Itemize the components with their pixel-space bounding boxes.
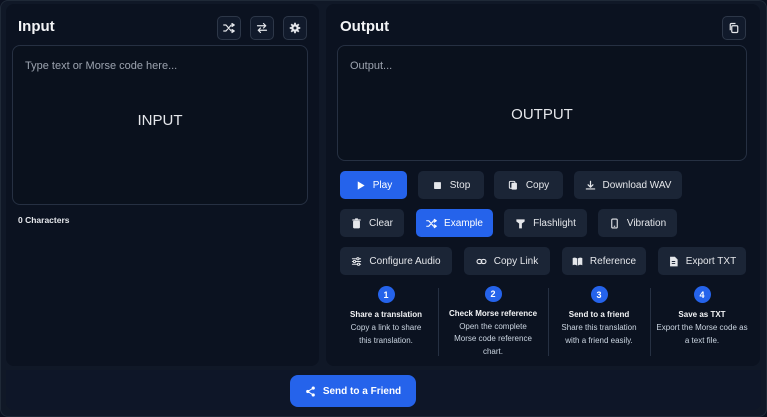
step-item: 1 Share a translation Copy a link to sha…	[334, 286, 438, 358]
copy-label: Copy	[525, 179, 550, 191]
gear-icon	[289, 22, 301, 34]
input-title: Input	[18, 18, 55, 35]
copy-link-label: Copy Link	[493, 255, 539, 267]
stop-icon	[433, 181, 441, 189]
trash-icon	[352, 217, 361, 228]
configure-audio-button[interactable]: Configure Audio	[340, 247, 452, 275]
download-icon	[585, 180, 595, 190]
step-number: 2	[484, 286, 502, 302]
output-title: Output	[340, 18, 390, 35]
step-item: 3 Send to a friend Share this translatio…	[548, 286, 650, 358]
output-placeholder: Output...	[350, 60, 393, 72]
step-item: 2 Check Morse reference Open the complet…	[438, 286, 548, 358]
input-label: INPUT	[137, 112, 183, 129]
settings-button[interactable]	[283, 16, 307, 40]
download-wav-label: Download WAV	[602, 179, 672, 191]
step-description: Export the Morse code as a text file.	[656, 323, 748, 345]
reference-label: Reference	[589, 255, 637, 267]
flashlight-label: Flashlight	[533, 217, 576, 229]
step-item: 4 Save as TXT Export the Morse code as a…	[650, 286, 754, 358]
file-icon	[669, 256, 678, 266]
export-txt-label: Export TXT	[685, 255, 737, 267]
output-label: OUTPUT	[511, 106, 573, 123]
configure-audio-label: Configure Audio	[369, 255, 441, 267]
copy-link-button[interactable]: Copy Link	[464, 247, 550, 275]
copy-button[interactable]: Copy	[494, 171, 563, 199]
step-number: 1	[377, 286, 395, 303]
step-description: Copy a link to share this translation.	[350, 323, 422, 345]
reference-button[interactable]: Reference	[562, 247, 646, 275]
step-title: Save as TXT	[678, 310, 726, 319]
step-description: Open the complete Morse code reference c…	[454, 321, 532, 356]
export-txt-button[interactable]: Export TXT	[658, 247, 746, 275]
step-title: Check Morse reference	[448, 308, 538, 318]
clear-button[interactable]: Clear	[340, 209, 404, 237]
flashlight-icon	[516, 218, 525, 228]
character-count: 0 Characters	[18, 215, 70, 225]
step-description: Share this translation with a friend eas…	[561, 323, 637, 345]
book-icon	[572, 257, 583, 266]
link-icon	[476, 258, 487, 264]
output-textarea[interactable]: Output... OUTPUT	[337, 45, 747, 161]
step-title: Send to a friend	[568, 310, 630, 319]
stop-button[interactable]: Stop	[418, 171, 484, 199]
play-button[interactable]: Play	[340, 171, 407, 199]
send-to-friend-label: Send to a Friend	[322, 385, 402, 397]
input-textarea[interactable]: Type text or Morse code here... INPUT	[12, 45, 308, 205]
download-wav-button[interactable]: Download WAV	[574, 171, 682, 199]
input-placeholder: Type text or Morse code here...	[25, 60, 178, 72]
swap-icon	[256, 22, 268, 34]
copy-output-button[interactable]	[722, 16, 746, 40]
copy-icon	[508, 180, 517, 190]
phone-icon	[611, 217, 618, 229]
play-label: Play	[372, 179, 393, 191]
example-label: Example	[444, 217, 483, 229]
clear-label: Clear	[369, 217, 393, 229]
shuffle-button[interactable]	[217, 16, 241, 40]
input-panel: Input Type text or Morse code here... IN…	[6, 4, 319, 366]
vibration-button[interactable]: Vibration	[598, 209, 677, 237]
step-number: 4	[693, 286, 711, 303]
shuffle-icon	[426, 218, 437, 228]
example-button[interactable]: Example	[416, 209, 493, 237]
steps-section: 1 Share a translation Copy a link to sha…	[334, 286, 754, 358]
vibration-label: Vibration	[626, 217, 667, 229]
swap-button[interactable]	[250, 16, 274, 40]
send-to-friend-button[interactable]: Send to a Friend	[290, 375, 416, 407]
shuffle-icon	[223, 22, 235, 34]
copy-icon	[729, 22, 739, 34]
step-number: 3	[590, 286, 608, 303]
flashlight-button[interactable]: Flashlight	[504, 209, 587, 237]
play-icon	[357, 180, 365, 190]
sliders-icon	[352, 256, 362, 266]
output-panel: Output Output... OUTPUT Play Stop Copy D…	[326, 4, 760, 366]
stop-label: Stop	[449, 179, 471, 191]
share-icon	[305, 385, 315, 397]
step-title: Share a translation	[349, 310, 423, 319]
